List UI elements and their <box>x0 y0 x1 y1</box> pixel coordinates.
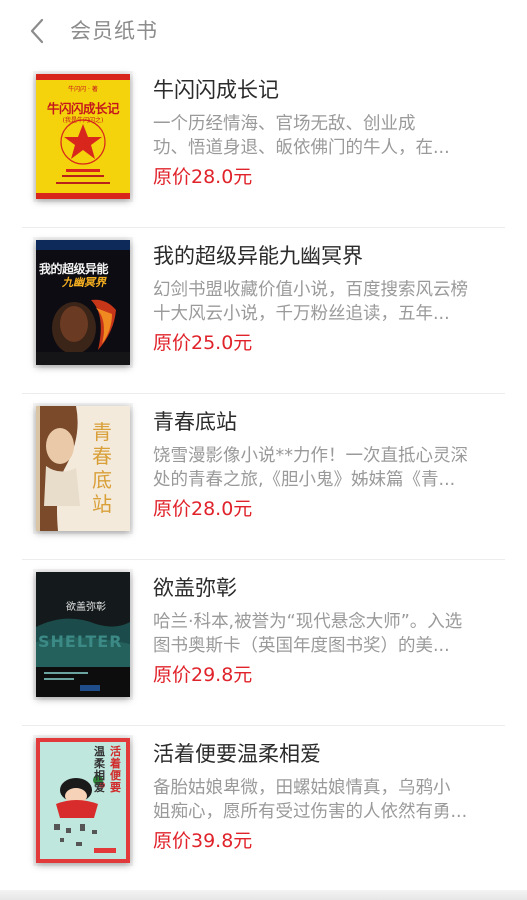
description-line: 备胎姑娘卑微，田螺姑娘情真，乌鸦小 <box>153 778 451 798</box>
chevron-left-icon <box>30 18 44 44</box>
book-title: 牛闪闪成长记 <box>153 78 279 102</box>
book-description: 哈兰·科本,被誉为“现代悬念大师”。入选 图书奥斯卡（英国年度图书奖）的美... <box>153 610 505 658</box>
description-line: 姐痴心，愿所有受过伤害的人依然有勇... <box>153 802 468 822</box>
cover-art <box>36 240 130 365</box>
bottom-bar <box>0 890 527 900</box>
description-line: 饶雪漫影像小说**力作！一次直抵心灵深 <box>153 446 468 466</box>
description-line: 图书奥斯卡（英国年度图书奖）的美... <box>153 636 450 656</box>
cover-author: 牛闪闪 · 著 <box>68 86 98 93</box>
back-button[interactable] <box>20 14 54 48</box>
book-item[interactable]: 我的超级异能 九幽冥界 我的超级异能九幽冥界 幻剑书盟收藏价值小说，百度搜索风云… <box>0 228 527 394</box>
cover-title: 青春底站 <box>92 420 112 516</box>
book-cover: 我的超级异能 九幽冥界 <box>36 240 130 365</box>
book-item[interactable]: 活着便要 温柔相爱 活着便要温柔相爱 备胎姑娘卑微，田螺姑娘情真，乌鸦小 姐痴心… <box>0 726 527 892</box>
book-price: 原价29.8元 <box>153 664 253 686</box>
cover-en-title: SHELTER <box>38 632 123 651</box>
description-line: 功、悟道身退、皈依佛门的牛人，在... <box>153 138 450 158</box>
book-price: 原价28.0元 <box>153 166 253 188</box>
book-description: 幻剑书盟收藏价值小说，百度搜索风云榜 十大风云小说，千万粉丝追读，五年... <box>153 278 505 326</box>
book-description: 备胎姑娘卑微，田螺姑娘情真，乌鸦小 姐痴心，愿所有受过伤害的人依然有勇... <box>153 776 505 824</box>
app-root: 会员纸书 牛闪闪成长记 (我是牛闪闪之) 牛闪闪 · 著 牛闪闪成长记 一个历经… <box>0 0 527 900</box>
book-title: 青春底站 <box>153 410 237 434</box>
page-title: 会员纸书 <box>70 19 158 43</box>
cover-title: 活着便要 <box>110 745 121 794</box>
book-cover: 活着便要 温柔相爱 <box>36 738 130 863</box>
book-description: 一个历经情海、官场无敌、创业成 功、悟道身退、皈依佛门的牛人，在... <box>153 112 505 160</box>
book-cover: 牛闪闪成长记 (我是牛闪闪之) 牛闪闪 · 著 <box>36 74 130 199</box>
book-price: 原价28.0元 <box>153 498 253 520</box>
book-title: 活着便要温柔相爱 <box>153 742 321 766</box>
book-item[interactable]: 牛闪闪成长记 (我是牛闪闪之) 牛闪闪 · 著 牛闪闪成长记 一个历经情海、官场… <box>0 62 527 228</box>
top-bar: 会员纸书 <box>0 0 527 62</box>
book-item[interactable]: 欲盖弥彰 SHELTER 欲盖弥彰 哈兰·科本,被誉为“现代悬念大师”。入选 图… <box>0 560 527 726</box>
description-line: 处的青春之旅,《胆小鬼》姊妹篇《青... <box>153 470 456 490</box>
book-item[interactable]: 青春底站 青春底站 饶雪漫影像小说**力作！一次直抵心灵深 处的青春之旅,《胆小… <box>0 394 527 560</box>
cover-subtitle: 九幽冥界 <box>62 276 106 289</box>
cover-title: 欲盖弥彰 <box>66 602 106 613</box>
book-description: 饶雪漫影像小说**力作！一次直抵心灵深 处的青春之旅,《胆小鬼》姊妹篇《青... <box>153 444 505 492</box>
book-title: 欲盖弥彰 <box>153 576 237 600</box>
book-cover: 青春底站 <box>36 406 130 531</box>
book-price: 原价39.8元 <box>153 830 253 852</box>
book-price: 原价25.0元 <box>153 332 253 354</box>
description-line: 哈兰·科本,被誉为“现代悬念大师”。入选 <box>153 612 463 632</box>
description-line: 十大风云小说，千万粉丝追读，五年... <box>153 304 450 324</box>
cover-title-secondary: 温柔相爱 <box>94 745 105 794</box>
description-line: 幻剑书盟收藏价值小说，百度搜索风云榜 <box>153 280 468 300</box>
cover-subtitle: (我是牛闪闪之) <box>62 117 104 124</box>
description-line: 一个历经情海、官场无敌、创业成 <box>153 114 416 134</box>
book-list: 牛闪闪成长记 (我是牛闪闪之) 牛闪闪 · 著 牛闪闪成长记 一个历经情海、官场… <box>0 62 527 892</box>
book-title: 我的超级异能九幽冥界 <box>153 244 363 268</box>
book-cover: 欲盖弥彰 SHELTER <box>36 572 130 697</box>
